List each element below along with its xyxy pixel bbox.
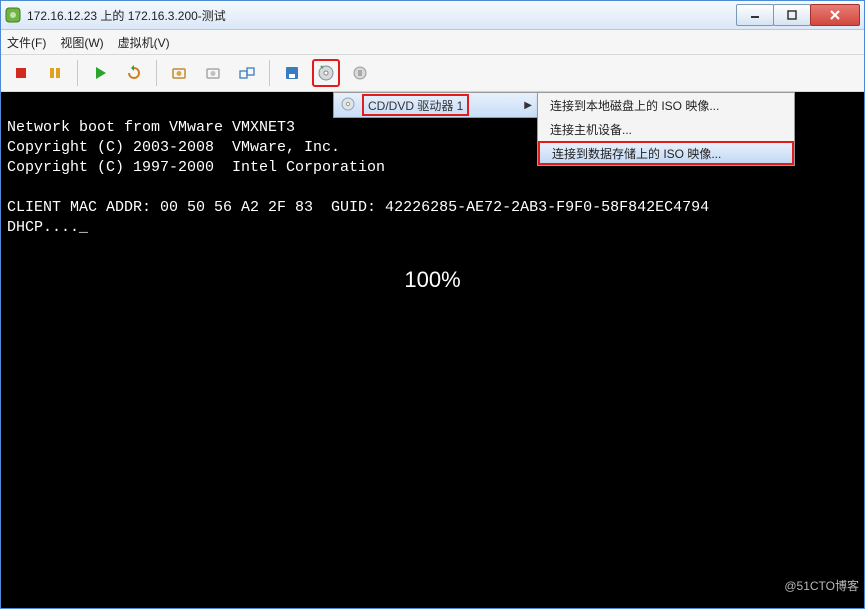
- connect-datastore-iso-item[interactable]: 连接到数据存储上的 ISO 映像...: [538, 141, 794, 165]
- revert-snapshot-button[interactable]: [199, 59, 227, 87]
- separator: [269, 60, 270, 86]
- separator: [156, 60, 157, 86]
- cd-dvd-submenu: 连接到本地磁盘上的 ISO 映像... 连接主机设备... 连接到数据存储上的 …: [537, 92, 795, 166]
- console-line: CLIENT MAC ADDR: 00 50 56 A2 2F 83 GUID:…: [7, 199, 709, 216]
- close-button[interactable]: [810, 4, 860, 26]
- usb-connect-button[interactable]: [346, 59, 374, 87]
- submenu-label: 连接到本地磁盘上的 ISO 映像...: [550, 97, 719, 114]
- connect-local-iso-item[interactable]: 连接到本地磁盘上的 ISO 映像...: [538, 93, 794, 117]
- cd-dvd-dropdown: CD/DVD 驱动器 1 ▶: [333, 92, 539, 118]
- toolbar: [1, 55, 864, 92]
- console-line: Network boot from VMware VMXNET3: [7, 119, 295, 136]
- menu-file[interactable]: 文件(F): [7, 34, 46, 51]
- cd-dvd-connect-button[interactable]: [312, 59, 340, 87]
- disc-icon: [340, 96, 356, 115]
- power-on-button[interactable]: [86, 59, 114, 87]
- window-title: 172.16.12.23 上的 172.16.3.200-测试: [27, 7, 737, 24]
- submenu-label: 连接到数据存储上的 ISO 映像...: [552, 145, 721, 162]
- vsphere-icon: [5, 7, 21, 23]
- connect-host-device-item[interactable]: 连接主机设备...: [538, 117, 794, 141]
- console-line: Copyright (C) 2003-2008 VMware, Inc.: [7, 139, 340, 156]
- snapshot-manager-button[interactable]: [233, 59, 261, 87]
- submenu-label: 连接主机设备...: [550, 121, 632, 138]
- snapshot-button[interactable]: [165, 59, 193, 87]
- vm-console[interactable]: Network boot from VMware VMXNET3 Copyrig…: [1, 92, 864, 608]
- minimize-button[interactable]: [736, 4, 774, 26]
- separator: [77, 60, 78, 86]
- submenu-arrow-icon: ▶: [524, 100, 532, 111]
- pause-button[interactable]: [41, 59, 69, 87]
- menubar: 文件(F) 视图(W) 虚拟机(V): [1, 30, 864, 55]
- cd-dvd-drive-label: CD/DVD 驱动器 1: [368, 97, 463, 114]
- titlebar[interactable]: 172.16.12.23 上的 172.16.3.200-测试: [1, 1, 864, 30]
- stop-button[interactable]: [7, 59, 35, 87]
- console-line: DHCP...._: [7, 219, 88, 236]
- window-controls: [737, 4, 860, 26]
- reset-button[interactable]: [120, 59, 148, 87]
- progress-text: 100%: [404, 270, 460, 290]
- cd-dvd-drive-1-item[interactable]: CD/DVD 驱动器 1 ▶: [334, 93, 538, 117]
- menu-vm[interactable]: 虚拟机(V): [118, 34, 170, 51]
- console-line: Copyright (C) 1997-2000 Intel Corporatio…: [7, 159, 385, 176]
- floppy-connect-button[interactable]: [278, 59, 306, 87]
- menu-view[interactable]: 视图(W): [60, 34, 103, 51]
- maximize-button[interactable]: [773, 4, 811, 26]
- cd-dvd-drive-label-highlight: CD/DVD 驱动器 1: [362, 94, 469, 116]
- watermark: @51CTO博客: [784, 577, 859, 594]
